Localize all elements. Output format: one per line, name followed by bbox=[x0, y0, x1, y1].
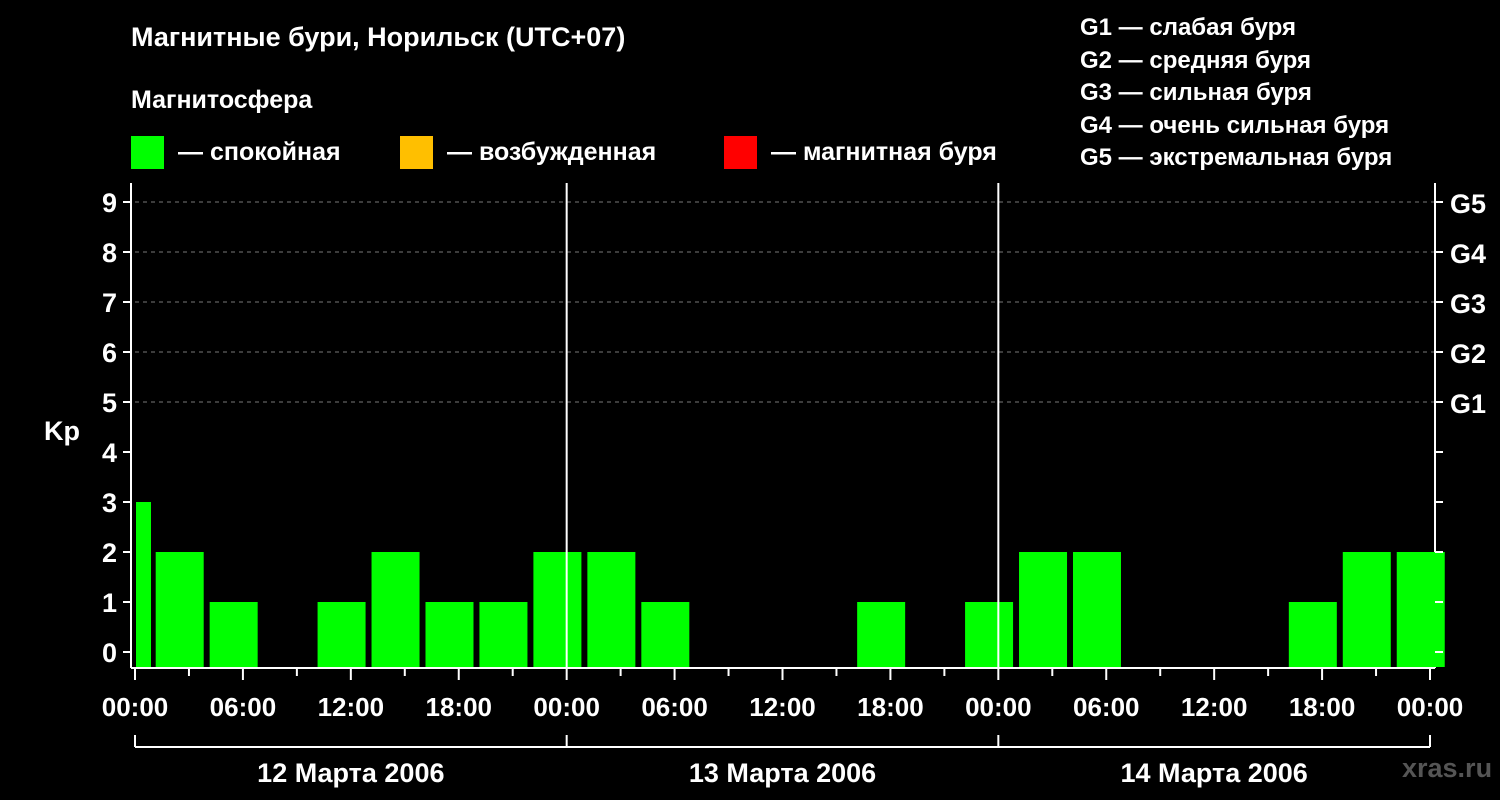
x-tick-label: 18:00 bbox=[857, 692, 924, 722]
day-label: 12 Марта 2006 bbox=[257, 758, 444, 788]
day-label: 13 Марта 2006 bbox=[689, 758, 876, 788]
x-tick-label: 06:00 bbox=[1073, 692, 1140, 722]
x-tick-label: 12:00 bbox=[1181, 692, 1248, 722]
x-tick-label: 12:00 bbox=[318, 692, 385, 722]
x-tick-label: 18:00 bbox=[426, 692, 493, 722]
kp-bar bbox=[587, 552, 636, 667]
y-tick-label: 1 bbox=[102, 588, 117, 618]
kp-bar bbox=[479, 602, 528, 667]
y-tick-label: 0 bbox=[102, 638, 117, 668]
y-axis-label: Kp bbox=[44, 416, 80, 446]
x-tick-label: 06:00 bbox=[210, 692, 277, 722]
x-tick-label: 00:00 bbox=[965, 692, 1032, 722]
y-tick-label: 6 bbox=[102, 338, 117, 368]
kp-bar bbox=[317, 602, 366, 667]
y-tick-label: 5 bbox=[102, 388, 117, 418]
kp-bar bbox=[965, 602, 1014, 667]
kp-bar bbox=[1019, 552, 1068, 667]
x-tick-label: 00:00 bbox=[1397, 692, 1464, 722]
y-tick-label: 3 bbox=[102, 488, 117, 518]
kp-bar bbox=[533, 552, 582, 667]
y-tick-label: 4 bbox=[102, 438, 117, 468]
g-level-label: G2 bbox=[1450, 339, 1486, 369]
day-label: 14 Марта 2006 bbox=[1121, 758, 1308, 788]
kp-bar bbox=[209, 602, 258, 667]
kp-bar bbox=[1288, 602, 1337, 667]
kp-bar bbox=[857, 602, 906, 667]
kp-bar bbox=[1072, 552, 1121, 667]
x-tick-label: 00:00 bbox=[102, 692, 169, 722]
kp-bar-chart: 0 1 2 3 4 5 6 7 8 9 G1 G2 G3 G4 G5 Kp 00:00 06:00 12:00 18:… bbox=[44, 183, 1486, 788]
y-tick-label: 2 bbox=[102, 538, 117, 568]
kp-bar bbox=[155, 552, 204, 667]
kp-bar bbox=[641, 602, 690, 667]
x-tick-label: 00:00 bbox=[533, 692, 600, 722]
g-level-label: G5 bbox=[1450, 189, 1486, 219]
watermark: xras.ru bbox=[1402, 753, 1493, 783]
kp-bar bbox=[136, 502, 151, 667]
x-tick-label: 18:00 bbox=[1289, 692, 1356, 722]
x-tick-label: 06:00 bbox=[641, 692, 708, 722]
kp-bar bbox=[1342, 552, 1391, 667]
g-level-label: G3 bbox=[1450, 289, 1486, 319]
kp-bar bbox=[1396, 552, 1445, 667]
kp-bar bbox=[425, 602, 474, 667]
x-tick-label: 12:00 bbox=[749, 692, 816, 722]
y-tick-label: 7 bbox=[102, 288, 117, 318]
y-tick-label: 8 bbox=[102, 238, 117, 268]
kp-bar bbox=[371, 552, 420, 667]
y-tick-label: 9 bbox=[102, 188, 117, 218]
g-level-label: G1 bbox=[1450, 389, 1486, 419]
g-level-label: G4 bbox=[1450, 239, 1486, 269]
